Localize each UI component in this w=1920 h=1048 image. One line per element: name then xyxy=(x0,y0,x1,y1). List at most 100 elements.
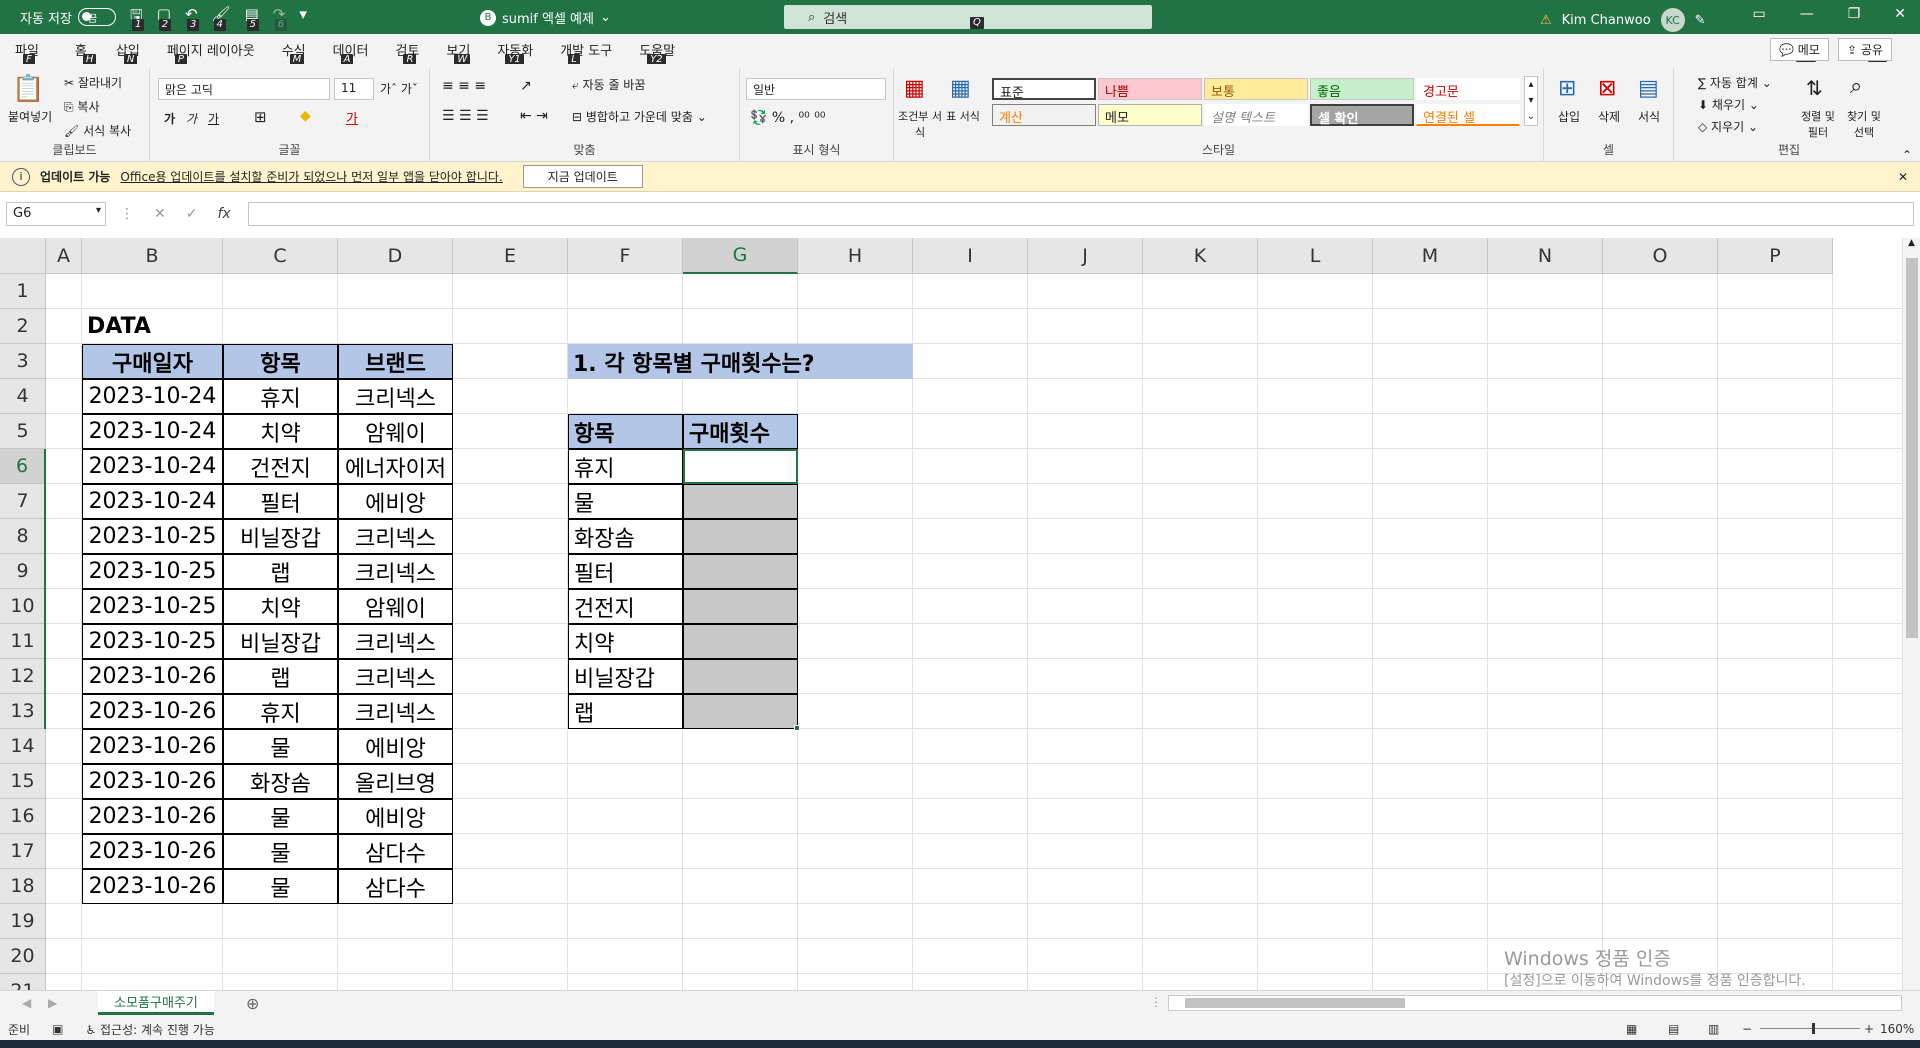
sheet-tab[interactable]: 소모품구매주기 xyxy=(98,991,214,1015)
data-cell-B17[interactable]: 2023-10-26 xyxy=(82,834,223,869)
maximize-icon[interactable]: ❐ xyxy=(1848,6,1861,22)
page-layout-icon[interactable]: ▤ xyxy=(1668,1022,1679,1036)
font-color-icon[interactable]: 가 xyxy=(346,108,358,127)
format-cells-button[interactable]: 서식 xyxy=(1638,108,1660,125)
collapse-ribbon-icon[interactable]: ⌃ xyxy=(1902,148,1912,162)
clear-button[interactable]: ◇ 지우기 ⌄ xyxy=(1698,118,1758,135)
style-explanatory[interactable]: 설명 텍스트 xyxy=(1204,104,1308,126)
row-header-11[interactable]: 11 xyxy=(0,624,46,659)
summary-header-item[interactable]: 항목 xyxy=(568,414,683,449)
column-header-H[interactable]: H xyxy=(798,238,913,274)
data-cell-D14[interactable]: 에비앙 xyxy=(338,729,453,764)
worksheet-grid[interactable]: A B C D E F G H I J K L M N O P 1 2 3 4 5 6 7 8 9 10 11 12 13 14 15 16 1… xyxy=(0,238,1902,990)
memo-button[interactable]: 💬 메모 xyxy=(1770,38,1829,61)
row-header-16[interactable]: 16 xyxy=(0,799,46,834)
formula-input[interactable] xyxy=(248,202,1914,226)
data-cell-C7[interactable]: 필터 xyxy=(223,484,338,519)
row-header-5[interactable]: 5 xyxy=(0,414,46,449)
data-cell-C4[interactable]: 휴지 xyxy=(223,379,338,414)
accessibility-status[interactable]: ♿ 접근성: 계속 진행 가능 xyxy=(85,1021,214,1038)
summary-count-cell[interactable] xyxy=(683,554,798,589)
document-title[interactable]: B sumif 엑셀 예제 ⌄ xyxy=(480,8,611,27)
data-cell-D9[interactable]: 크리넥스 xyxy=(338,554,453,589)
data-cell-C8[interactable]: 비닐장갑 xyxy=(223,519,338,554)
new-icon[interactable]: ▢ 2 xyxy=(157,5,172,31)
underline-icon[interactable]: 가 xyxy=(208,110,219,127)
data-cell-B5[interactable]: 2023-10-24 xyxy=(82,414,223,449)
summary-count-cell[interactable] xyxy=(683,589,798,624)
data-cell-D17[interactable]: 삼다수 xyxy=(338,834,453,869)
style-good[interactable]: 좋음 xyxy=(1310,78,1414,100)
avatar[interactable]: KC xyxy=(1660,8,1685,32)
summary-count-cell[interactable] xyxy=(683,519,798,554)
data-header-C[interactable]: 항목 xyxy=(223,344,338,379)
currency-percent-icon[interactable]: 💱 % , ⁰⁰ ⁰⁰ xyxy=(750,110,825,126)
merge-center-button[interactable]: ⊟ 병합하고 가운데 맞춤 ⌄ xyxy=(572,108,707,125)
data-cell-C12[interactable]: 랩 xyxy=(223,659,338,694)
bold-icon[interactable]: 가 xyxy=(164,110,175,127)
data-cell-C18[interactable]: 물 xyxy=(223,869,338,904)
row-header-10[interactable]: 10 xyxy=(0,589,46,624)
orientation-icon[interactable]: ↗ xyxy=(520,78,532,94)
column-header-A[interactable]: A xyxy=(46,238,82,274)
data-cell-B10[interactable]: 2023-10-25 xyxy=(82,589,223,624)
style-bad[interactable]: 나쁨 xyxy=(1098,78,1202,100)
summary-item[interactable]: 랩 xyxy=(568,694,683,729)
close-icon[interactable]: ✕ xyxy=(1898,170,1908,184)
row-header-3[interactable]: 3 xyxy=(0,344,46,379)
next-sheet-icon[interactable]: ▶ xyxy=(48,996,57,1010)
summary-header-count[interactable]: 구매횟수 xyxy=(683,414,798,449)
data-cell-B14[interactable]: 2023-10-26 xyxy=(82,729,223,764)
tab-3[interactable]: 페이지 레이아웃 P xyxy=(167,40,255,66)
data-cell-D6[interactable]: 에너자이저 xyxy=(338,449,453,484)
scroll-up-icon[interactable]: ▲ xyxy=(1903,238,1920,248)
row-header-19[interactable]: 19 xyxy=(0,904,46,939)
summary-count-cell[interactable] xyxy=(683,624,798,659)
summary-item[interactable]: 비닐장갑 xyxy=(568,659,683,694)
row-header-8[interactable]: 8 xyxy=(0,519,46,554)
data-cell-C6[interactable]: 건전지 xyxy=(223,449,338,484)
zoom-level[interactable]: 160% xyxy=(1880,1022,1914,1036)
font-size-select[interactable]: 11 xyxy=(334,78,374,100)
column-header-P[interactable]: P xyxy=(1718,238,1833,274)
normal-view-icon[interactable]: ▦ xyxy=(1626,1022,1637,1036)
summary-item[interactable]: 휴지 xyxy=(568,449,683,484)
chevron-down-icon[interactable]: ▾ xyxy=(96,205,101,216)
data-title[interactable]: DATA xyxy=(82,309,223,344)
fill-handle[interactable] xyxy=(794,725,800,731)
data-cell-D12[interactable]: 크리넥스 xyxy=(338,659,453,694)
data-cell-B4[interactable]: 2023-10-24 xyxy=(82,379,223,414)
cancel-icon[interactable]: ✕ xyxy=(154,206,166,222)
row-header-18[interactable]: 18 xyxy=(0,869,46,904)
close-icon[interactable]: ✕ xyxy=(1894,6,1906,22)
tab-5[interactable]: 데이터 A xyxy=(333,40,368,66)
user-account[interactable]: ⚠ Kim Chanwoo KC ✎ xyxy=(1540,8,1706,32)
row-header-21[interactable]: 21 xyxy=(0,974,46,990)
row-header-2[interactable]: 2 xyxy=(0,309,46,344)
number-format-select[interactable]: 일반 xyxy=(746,78,886,100)
insert-cells-icon[interactable]: ⊞ xyxy=(1558,76,1576,101)
column-header-K[interactable]: K xyxy=(1143,238,1258,274)
column-header-M[interactable]: M xyxy=(1373,238,1488,274)
zoom-out-icon[interactable]: − xyxy=(1742,1022,1752,1036)
column-header-O[interactable]: O xyxy=(1603,238,1718,274)
data-cell-B12[interactable]: 2023-10-26 xyxy=(82,659,223,694)
copy-button[interactable]: ⎘ 복사 xyxy=(64,98,100,115)
summary-item[interactable]: 치약 xyxy=(568,624,683,659)
zoom-slider[interactable] xyxy=(1760,1028,1860,1029)
data-cell-C15[interactable]: 화장솜 xyxy=(223,764,338,799)
style-normal[interactable]: 표준 xyxy=(992,78,1096,101)
question-banner[interactable]: 1. 각 항목별 구매횟수는? xyxy=(568,344,913,379)
prev-sheet-icon[interactable]: ◀ xyxy=(22,996,31,1010)
data-cell-B18[interactable]: 2023-10-26 xyxy=(82,869,223,904)
undo-icon[interactable]: ↶ 3 xyxy=(185,5,200,31)
summary-count-cell[interactable] xyxy=(683,694,798,729)
data-cell-B16[interactable]: 2023-10-26 xyxy=(82,799,223,834)
column-header-L[interactable]: L xyxy=(1258,238,1373,274)
column-header-C[interactable]: C xyxy=(223,238,338,274)
insert-function-icon[interactable]: fx xyxy=(217,206,230,222)
horizontal-scrollbar[interactable] xyxy=(1168,995,1902,1011)
tab-8[interactable]: 자동화 Y1 xyxy=(497,40,533,66)
data-cell-D10[interactable]: 암웨이 xyxy=(338,589,453,624)
row-header-1[interactable]: 1 xyxy=(0,274,46,309)
